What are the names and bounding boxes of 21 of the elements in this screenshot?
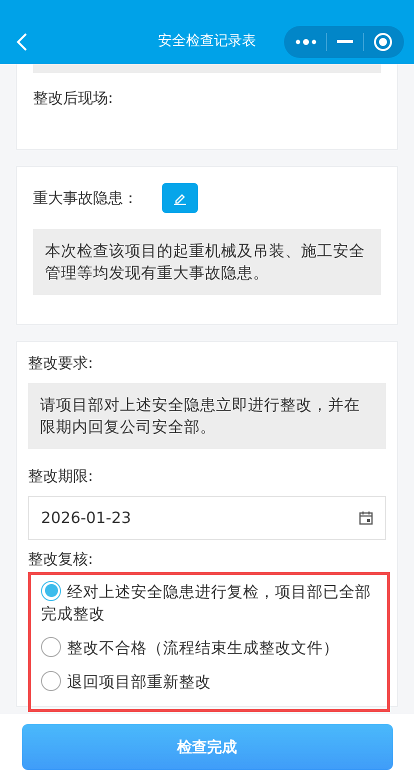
hazard-text: 本次检查该项目的起重机械及吊装、施工安全管理等均发现有重大事故隐患。 [33,229,381,295]
calendar-icon [359,511,373,525]
minimize-icon[interactable] [336,40,353,44]
requirement-text: 请项目部对上述安全隐患立即进行整改，并在限期内回复公司安全部。 [28,383,386,449]
section-label: 整改后现场: [33,89,114,108]
date-field[interactable]: 2026-01-23 [28,496,386,540]
page-title: 安全检查记录表 [158,32,256,50]
edit-button[interactable] [162,183,198,213]
radio-button[interactable] [41,636,61,657]
section-label: 整改要求: [28,354,94,373]
back-icon[interactable] [16,32,28,52]
radio-option[interactable]: 退回项目部重新整改 [41,671,377,693]
radio-button[interactable] [41,580,61,601]
section-label: 整改期限: [28,467,94,486]
close-icon[interactable] [373,32,394,52]
more-icon[interactable] [294,38,317,46]
radio-option[interactable]: 经对上述安全隐患进行复检，项目部已全部完成整改 [41,581,377,625]
radio-option[interactable]: 整改不合格（流程结束生成整改文件） [41,637,377,659]
radio-button[interactable] [41,670,61,691]
section-label: 整改复核: [28,550,94,569]
section-label: 重大事故隐患： [33,188,138,208]
